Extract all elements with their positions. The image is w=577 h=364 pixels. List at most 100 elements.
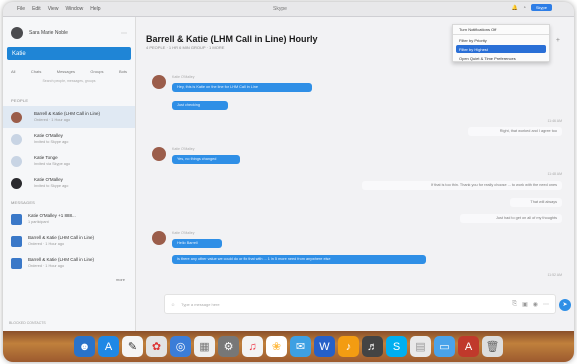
menu-window[interactable]: Window — [65, 6, 83, 12]
preview-icon[interactable]: ▤ — [410, 336, 431, 357]
menu-view[interactable]: View — [48, 6, 59, 12]
message-bubble[interactable]: That will always — [510, 198, 562, 207]
itunes-icon[interactable]: ♫ — [242, 336, 263, 357]
message-bubble[interactable]: Is there any other value we could do or … — [172, 255, 426, 264]
emoji-icon[interactable]: ☺ — [171, 302, 175, 307]
system-preferences-icon[interactable]: ⚙ — [218, 336, 239, 357]
screen-frame: File Edit View Window Help Skype 🔔 ◔ Sky… — [3, 2, 574, 362]
timestamp: 11:46 AM — [547, 119, 562, 123]
menu-file[interactable]: File — [17, 6, 25, 12]
list-item-sub: Invited via Skype ago — [34, 162, 71, 166]
search-input[interactable]: Katie — [7, 47, 131, 60]
attach-icon[interactable]: ⎘ — [512, 301, 517, 308]
avatar — [152, 231, 166, 245]
tab-all[interactable]: All — [11, 69, 15, 74]
message-composer[interactable]: ☺ Type a message here ⎘ ▣ ◉ ⋯ — [164, 294, 556, 314]
message-bubble[interactable]: Right, that worked and I agree too — [468, 127, 562, 136]
status-area: 🔔 ◔ Skype — [512, 4, 552, 11]
chat-subtitle: 4 PEOPLE · 1 HR 6 MIN GROUP · 1 MORE — [146, 45, 225, 50]
more-link[interactable]: more — [3, 274, 135, 285]
avatar — [152, 75, 166, 89]
menu-item-filter-highest[interactable]: Filter by Highest — [456, 45, 546, 53]
macos-dock: ☻ A ✎ ✿ ◎ ▦ ⚙ ♫ ❀ ✉ W ♪ ♬ S ▤ ▭ A 🗑 — [3, 331, 574, 362]
message-bubble[interactable]: If that is too thin. Thank you for reall… — [362, 181, 562, 190]
active-app-badge[interactable]: Skype — [530, 4, 552, 11]
chat-title: Barrell & Katie (LHM Call in Line) Hourl… — [146, 34, 318, 44]
contact-icon[interactable]: ◉ — [533, 301, 538, 308]
avatar — [11, 133, 22, 145]
mail-icon[interactable]: ✉ — [290, 336, 311, 357]
wifi-icon[interactable]: ◔ — [523, 5, 526, 11]
photos-icon[interactable]: ✿ — [146, 336, 167, 357]
list-item[interactable]: Barrell & Katie (LHM Call in Line) Order… — [3, 230, 135, 252]
message-bubble[interactable]: Yes, no things changed — [172, 155, 240, 164]
composer-actions: ⎘ ▣ ◉ ⋯ — [512, 301, 555, 308]
photo-booth-icon[interactable]: ❀ — [266, 336, 287, 357]
list-item[interactable]: Katie O'Malley +1 888... 1 participant — [3, 208, 135, 230]
window-title: Skype — [273, 6, 287, 12]
notification-menu: Turn Notifications Off Filter by Priorit… — [452, 24, 550, 62]
mac-menubar: File Edit View Window Help Skype 🔔 ◔ Sky… — [3, 2, 574, 17]
user-name: Sara Marie Noble — [29, 30, 68, 36]
people-section-header: PEOPLE — [11, 98, 29, 103]
message-input[interactable]: Type a message here — [181, 302, 219, 307]
skype-icon[interactable]: S — [386, 336, 407, 357]
timestamp: 11:48 AM — [547, 172, 562, 176]
list-item-name: Katie Tonge — [34, 155, 58, 160]
blocked-contacts-label: BLOCKED CONTACTS — [9, 321, 46, 325]
acrobat-icon[interactable]: A — [458, 336, 479, 357]
audible-icon[interactable]: ♪ — [338, 336, 359, 357]
avatar — [152, 147, 166, 161]
app-store-icon[interactable]: A — [98, 336, 119, 357]
notes-icon[interactable]: ✎ — [122, 336, 143, 357]
menu-item-quiet-preferences[interactable]: Open Quiet & Time Preferences — [453, 54, 549, 62]
list-item-name: Katie O'Malley +1 888... — [28, 213, 76, 218]
profile-header[interactable]: Sara Marie Noble ⋯ — [3, 17, 135, 45]
finder-icon[interactable]: ☻ — [74, 336, 95, 357]
messages-section-header: MESSAGES — [11, 200, 36, 205]
list-item[interactable]: Barrell & Katie (LHM Call in Line) Order… — [3, 252, 135, 274]
tab-bots[interactable]: Bots — [119, 69, 127, 74]
more-icon[interactable]: ⋯ — [121, 30, 127, 37]
menu-item-notifications-off[interactable]: Turn Notifications Off — [453, 25, 549, 33]
list-item[interactable]: Katie Tonge Invited via Skype ago — [3, 150, 135, 172]
add-people-icon[interactable]: + — [556, 37, 560, 45]
message-bubble[interactable]: Just checking — [172, 101, 228, 110]
avatar — [11, 177, 22, 189]
folder-icon[interactable]: ▭ — [434, 336, 455, 357]
image-icon[interactable]: ▣ — [522, 301, 528, 308]
music-icon[interactable]: ♬ — [362, 336, 383, 357]
group-icon — [11, 235, 22, 247]
search-hint: Search people, messages, groups — [42, 79, 96, 83]
menu-edit[interactable]: Edit — [32, 6, 41, 12]
sender-name: Katie O'Malley — [172, 75, 195, 79]
list-item[interactable]: Barrell & Katie (LHM Call in Line) Order… — [3, 106, 135, 128]
list-item-name: Barrell & Katie (LHM Call in Line) — [28, 257, 95, 262]
group-icon — [11, 213, 22, 225]
more-icon[interactable]: ⋯ — [543, 301, 549, 308]
message-bubble[interactable]: Hey, this is Katie on the line for LHM C… — [172, 83, 312, 92]
avatar — [11, 27, 23, 39]
word-icon[interactable]: W — [314, 336, 335, 357]
safari-icon[interactable]: ◎ — [170, 336, 191, 357]
list-item-name: Katie O'Malley — [34, 177, 63, 182]
list-item[interactable]: Katie O'Malley Invited to Skype ago — [3, 128, 135, 150]
avatar — [11, 155, 22, 167]
timestamp: 11:52 AM — [547, 273, 562, 277]
menu-help[interactable]: Help — [90, 6, 100, 12]
message-bubble[interactable]: Just had to get on all of my thoughts — [460, 214, 562, 223]
list-item[interactable]: Katie O'Malley Invited to Skype ago — [3, 172, 135, 194]
avatar — [11, 111, 22, 123]
tab-messages[interactable]: Messages — [57, 69, 75, 74]
message-bubble[interactable]: Hello Barrell — [172, 239, 222, 248]
group-icon — [11, 257, 22, 269]
calendar-icon[interactable]: ▦ — [194, 336, 215, 357]
send-button[interactable]: ➤ — [559, 299, 571, 311]
tab-chats[interactable]: Chats — [31, 69, 41, 74]
tab-groups[interactable]: Groups — [90, 69, 103, 74]
trash-icon[interactable]: 🗑 — [482, 336, 503, 357]
menu-item-filter-priority[interactable]: Filter by Priority — [453, 36, 549, 44]
notification-icon[interactable]: 🔔 — [512, 5, 518, 11]
list-item-sub: Invited to Skype ago — [34, 140, 69, 144]
list-item-sub: Ordered · 1 Hour ago — [28, 242, 65, 246]
